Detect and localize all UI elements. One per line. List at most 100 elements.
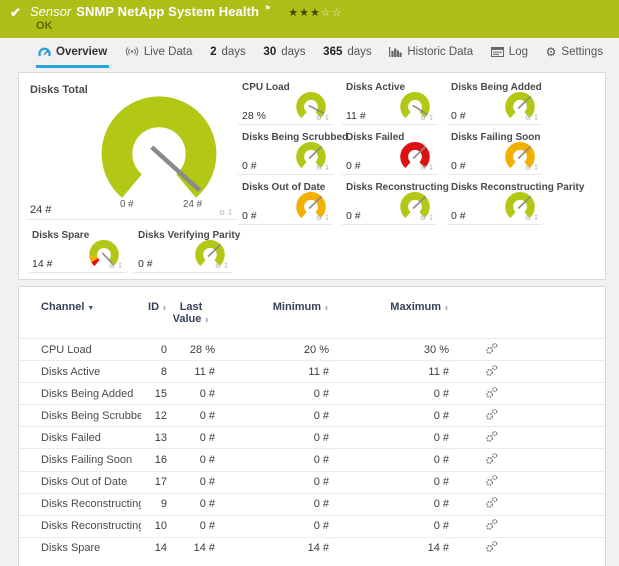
channel-last-value: 0 #: [167, 498, 215, 510]
tab-30-days[interactable]: 30days: [261, 38, 307, 68]
channel-name: Disks Active: [41, 366, 141, 378]
gauge-disks-verifying-parity: Disks Verifying Parity0 #⚙↧: [134, 227, 232, 273]
channel-settings-button[interactable]: [485, 540, 498, 553]
channel-maximum: 11 #: [329, 366, 449, 378]
pin-icon[interactable]: ↧: [533, 215, 539, 223]
star-filled-icon[interactable]: ★: [299, 7, 310, 19]
col-header-last-value[interactable]: Last Value▲▼: [167, 301, 215, 325]
gear-icon[interactable]: ⚙: [420, 215, 426, 223]
channel-settings-button[interactable]: [485, 386, 498, 399]
pin-icon[interactable]: ↧: [117, 263, 123, 271]
channel-name: Disks Reconstructing: [41, 498, 141, 510]
channel-actions: [449, 496, 605, 512]
pin-icon[interactable]: ↧: [428, 165, 434, 173]
channel-settings-button[interactable]: [485, 496, 498, 509]
col-header-label: Maximum: [390, 301, 441, 313]
gauge-actions: ⚙↧: [525, 215, 539, 223]
tab-live-data[interactable]: Live Data: [123, 38, 195, 68]
channel-settings-button[interactable]: [485, 430, 498, 443]
pin-icon[interactable]: ↧: [227, 210, 233, 218]
col-header-channel[interactable]: Channel▼: [41, 301, 141, 313]
gauge-actions: ⚙↧: [109, 263, 123, 271]
channel-actions: [449, 518, 605, 534]
pin-icon[interactable]: ↧: [533, 165, 539, 173]
tab-log[interactable]: Log: [489, 38, 530, 68]
gauge-disks-being-scrubbed: Disks Being Scrubbed0 #⚙↧: [238, 129, 333, 175]
channel-settings-button[interactable]: [485, 452, 498, 465]
gauge-title: Disks Out of Date: [242, 182, 325, 193]
gear-icon[interactable]: ⚙: [219, 210, 225, 218]
tab-overview[interactable]: Overview: [36, 38, 109, 68]
gear-icon[interactable]: ⚙: [316, 165, 322, 173]
col-header-id[interactable]: ID▲▼: [141, 301, 167, 313]
gear-icon[interactable]: ⚙: [316, 115, 322, 123]
tab-settings[interactable]: ⚙Settings: [544, 38, 605, 68]
tab-number: 365: [323, 46, 342, 58]
channel-settings-button[interactable]: [485, 408, 498, 421]
sensor-title-block: Sensor SNMP NetApp System Health ⚑ ★★★☆☆…: [0, 0, 619, 32]
historic-icon: [389, 46, 402, 57]
gear-icon[interactable]: ⚙: [525, 115, 531, 123]
pin-icon[interactable]: ↧: [324, 165, 330, 173]
channel-actions: [449, 430, 605, 446]
gear-icon[interactable]: ⚙: [525, 165, 531, 173]
tab-label: Live Data: [144, 46, 193, 58]
channel-settings-button[interactable]: [485, 364, 498, 377]
gear-icon[interactable]: ⚙: [420, 165, 426, 173]
gear-icon[interactable]: ⚙: [109, 263, 115, 271]
gauge-value: 0 #: [138, 258, 153, 270]
star-empty-icon[interactable]: ☆: [321, 7, 332, 19]
channel-name: CPU Load: [41, 344, 141, 356]
channel-minimum: 0 #: [215, 432, 329, 444]
channel-maximum: 0 #: [329, 476, 449, 488]
channel-last-value: 0 #: [167, 454, 215, 466]
tab-365-days[interactable]: 365days: [321, 38, 373, 68]
gauge-title: Disks Verifying Parity: [138, 230, 240, 241]
col-header-minimum[interactable]: Minimum▲▼: [215, 301, 329, 313]
gauge-value: 0 #: [346, 160, 361, 172]
star-empty-icon[interactable]: ☆: [332, 7, 343, 19]
star-filled-icon[interactable]: ★: [288, 7, 299, 19]
gauge-title: Disks Total: [30, 84, 88, 96]
channel-minimum: 0 #: [215, 476, 329, 488]
tab-number: 30: [263, 46, 276, 58]
pin-icon[interactable]: ↧: [223, 263, 229, 271]
pin-icon[interactable]: ↧: [324, 215, 330, 223]
pin-icon[interactable]: ↧: [324, 115, 330, 123]
gauge-value: 14 #: [32, 258, 52, 270]
gauge-value: 11 #: [346, 110, 366, 122]
pin-icon[interactable]: ↧: [428, 215, 434, 223]
gear-icon[interactable]: ⚙: [316, 215, 322, 223]
tab-2-days[interactable]: 2days: [208, 38, 248, 68]
prtg-sensor-page: ✔ Sensor SNMP NetApp System Health ⚑ ★★★…: [0, 0, 619, 566]
gauge-min-label: 0 #: [120, 199, 134, 210]
gear-icon[interactable]: ⚙: [525, 215, 531, 223]
channel-settings-button[interactable]: [485, 518, 498, 531]
tab-historic-data[interactable]: Historic Data: [387, 38, 475, 68]
star-filled-icon[interactable]: ★: [310, 7, 321, 19]
channel-name: Disks Failing Soon: [41, 454, 141, 466]
channel-actions: [449, 386, 605, 402]
channel-id: 10: [141, 520, 167, 532]
pin-icon[interactable]: ↧: [533, 115, 539, 123]
channel-actions: [449, 408, 605, 424]
gauge-disks-being-added: Disks Being Added0 #⚙↧: [447, 79, 542, 125]
channel-settings-button[interactable]: [485, 342, 498, 355]
gauge-value: 0 #: [242, 160, 257, 172]
gear-icon[interactable]: ⚙: [420, 115, 426, 123]
pin-icon[interactable]: ↧: [428, 115, 434, 123]
gear-icon[interactable]: ⚙: [215, 263, 221, 271]
channel-maximum: 14 #: [329, 542, 449, 554]
gauge-actions: ⚙↧: [316, 215, 330, 223]
channel-minimum: 11 #: [215, 366, 329, 378]
channel-name: Disks Failed: [41, 432, 141, 444]
channel-actions: [449, 540, 605, 556]
sensor-title: SNMP NetApp System Health: [76, 4, 259, 19]
gauge-disks-reconstructing-parity: Disks Reconstructing Parity0 #⚙↧: [447, 179, 542, 225]
channel-minimum: 0 #: [215, 520, 329, 532]
channel-settings-button[interactable]: [485, 474, 498, 487]
col-header-maximum[interactable]: Maximum▲▼: [329, 301, 449, 313]
channel-table-header: Channel▼ID▲▼Last Value▲▼Minimum▲▼Maximum…: [19, 287, 605, 338]
channel-maximum: 0 #: [329, 432, 449, 444]
flag-icon[interactable]: ⚑: [264, 4, 271, 13]
